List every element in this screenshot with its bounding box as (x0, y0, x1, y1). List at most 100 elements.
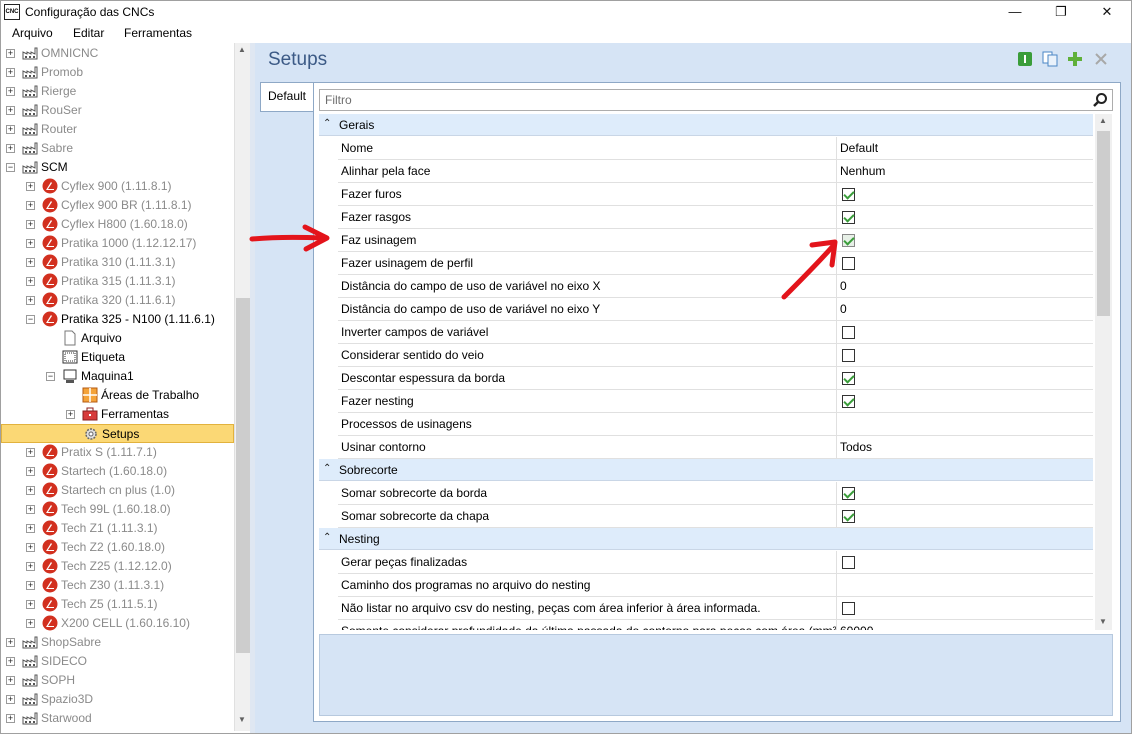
tree-node[interactable]: + SIDECO (1, 652, 234, 671)
tree-node[interactable]: Arquivo (1, 329, 234, 348)
expand-icon[interactable]: + (26, 486, 35, 495)
tree-node[interactable]: + Startech (1.60.18.0) (1, 462, 234, 481)
expand-icon[interactable]: + (26, 296, 35, 305)
expand-icon[interactable]: + (26, 201, 35, 210)
property-value[interactable]: 0 (840, 275, 847, 297)
tree-node[interactable]: + Tech Z30 (1.11.3.1) (1, 576, 234, 595)
tree-node[interactable]: Áreas de Trabalho (1, 386, 234, 405)
scroll-up-icon[interactable]: ▲ (238, 45, 246, 54)
grid-row[interactable]: Fazer nesting (338, 390, 1093, 413)
grid-row[interactable]: Fazer rasgos (338, 206, 1093, 229)
menu-editar[interactable]: Editar (73, 26, 104, 40)
tree-node[interactable]: + Tech Z2 (1.60.18.0) (1, 538, 234, 557)
expand-icon[interactable]: + (26, 182, 35, 191)
expand-icon[interactable]: + (26, 619, 35, 628)
property-checkbox[interactable] (842, 211, 855, 224)
collapse-icon[interactable]: − (26, 315, 35, 324)
expand-icon[interactable]: + (66, 410, 75, 419)
tree-node[interactable]: + X200 CELL (1.60.16.10) (1, 614, 234, 633)
expand-icon[interactable]: + (26, 467, 35, 476)
tree-node[interactable]: + Router (1, 120, 234, 139)
maximize-button[interactable]: ❐ (1038, 1, 1084, 23)
property-checkbox[interactable] (842, 556, 855, 569)
property-checkbox[interactable] (842, 395, 855, 408)
expand-icon[interactable]: + (26, 258, 35, 267)
grid-category[interactable]: ⌃ Nesting (319, 528, 1093, 550)
grid-scroll-thumb[interactable] (1097, 131, 1110, 316)
chevron-up-icon[interactable]: ⌃ (323, 463, 331, 474)
grid-row[interactable]: Alinhar pela face Nenhum (338, 160, 1093, 183)
property-checkbox[interactable] (842, 510, 855, 523)
tree-node[interactable]: + Tech Z25 (1.12.12.0) (1, 557, 234, 576)
expand-icon[interactable]: + (6, 106, 15, 115)
tree-node[interactable]: − Maquina1 (1, 367, 234, 386)
grid-row[interactable]: Distância do campo de uso de variável no… (338, 275, 1093, 298)
grid-scrollbar[interactable]: ▲ ▼ (1095, 114, 1112, 630)
expand-icon[interactable]: + (26, 505, 35, 514)
grid-row[interactable]: Nome Default (338, 137, 1093, 160)
property-checkbox[interactable] (842, 602, 855, 615)
tree-node[interactable]: − SCM (1, 158, 234, 177)
grid-row[interactable]: Somar sobrecorte da borda (338, 482, 1093, 505)
tab-default[interactable]: Default (260, 82, 313, 112)
tree-node[interactable]: + Rierge (1, 82, 234, 101)
tree-node[interactable]: + Pratix S (1.11.7.1) (1, 443, 234, 462)
tree-node[interactable]: + Pratika 315 (1.11.3.1) (1, 272, 234, 291)
grid-row[interactable]: Considerar sentido do veio (338, 344, 1093, 367)
property-value[interactable]: 60000 (840, 620, 873, 630)
tree-node[interactable]: + Promob (1, 63, 234, 82)
grid-row[interactable]: Inverter campos de variável (338, 321, 1093, 344)
expand-icon[interactable]: + (26, 220, 35, 229)
collapse-icon[interactable]: − (46, 372, 55, 381)
tree-node[interactable]: + Cyflex 900 (1.11.8.1) (1, 177, 234, 196)
expand-icon[interactable]: + (26, 277, 35, 286)
add-icon[interactable] (1067, 51, 1083, 67)
collapse-icon[interactable]: − (6, 163, 15, 172)
grid-row[interactable]: Somente considerar profundidade da últim… (338, 620, 1093, 630)
expand-icon[interactable]: + (26, 562, 35, 571)
expand-icon[interactable]: + (6, 125, 15, 134)
tree-scrollbar[interactable]: ▲ ▼ (234, 43, 251, 731)
grid-category[interactable]: ⌃ Gerais (319, 114, 1093, 136)
expand-icon[interactable]: + (26, 581, 35, 590)
tree-node[interactable]: + Ferramentas (1, 405, 234, 424)
tree-node[interactable]: + Starwood (1, 709, 234, 728)
tree-node[interactable]: + Tech 99L (1.60.18.0) (1, 500, 234, 519)
grid-row[interactable]: Processos de usinagens (338, 413, 1093, 436)
grid-row[interactable]: Não listar no arquivo csv do nesting, pe… (338, 597, 1093, 620)
tree-node[interactable]: + Cyflex 900 BR (1.11.8.1) (1, 196, 234, 215)
property-value[interactable]: 0 (840, 298, 847, 320)
tree-node[interactable]: + Sabre (1, 139, 234, 158)
expand-icon[interactable]: + (6, 638, 15, 647)
expand-icon[interactable]: + (26, 239, 35, 248)
tree-node[interactable]: + OMNICNC (1, 44, 234, 63)
menu-ferramentas[interactable]: Ferramentas (124, 26, 192, 40)
grid-row[interactable]: Descontar espessura da borda (338, 367, 1093, 390)
expand-icon[interactable]: + (26, 448, 35, 457)
expand-icon[interactable]: + (6, 657, 15, 666)
property-value[interactable]: Nenhum (840, 160, 885, 182)
tree-node[interactable]: + Tech Z1 (1.11.3.1) (1, 519, 234, 538)
delete-icon[interactable] (1093, 51, 1109, 67)
grid-row[interactable]: Gerar peças finalizadas (338, 551, 1093, 574)
info-icon[interactable] (1017, 51, 1033, 67)
grid-row[interactable]: Faz usinagem (338, 229, 1093, 252)
grid-row[interactable]: Distância do campo de uso de variável no… (338, 298, 1093, 321)
expand-icon[interactable]: + (6, 695, 15, 704)
property-checkbox[interactable] (842, 326, 855, 339)
property-checkbox[interactable] (842, 234, 855, 247)
grid-row[interactable]: Fazer usinagem de perfil (338, 252, 1093, 275)
expand-icon[interactable]: + (6, 676, 15, 685)
grid-row[interactable]: Usinar contorno Todos (338, 436, 1093, 459)
expand-icon[interactable]: + (26, 543, 35, 552)
expand-icon[interactable]: + (6, 68, 15, 77)
grid-row[interactable]: Caminho dos programas no arquivo do nest… (338, 574, 1093, 597)
tree-node[interactable]: + Cyflex H800 (1.60.18.0) (1, 215, 234, 234)
chevron-up-icon[interactable]: ⌃ (323, 532, 331, 543)
tree-node[interactable]: + SOPH (1, 671, 234, 690)
expand-icon[interactable]: + (26, 524, 35, 533)
grid-scroll-down-icon[interactable]: ▼ (1099, 617, 1107, 626)
property-value[interactable]: Default (840, 137, 878, 159)
property-checkbox[interactable] (842, 349, 855, 362)
copy-icon[interactable] (1042, 51, 1058, 67)
